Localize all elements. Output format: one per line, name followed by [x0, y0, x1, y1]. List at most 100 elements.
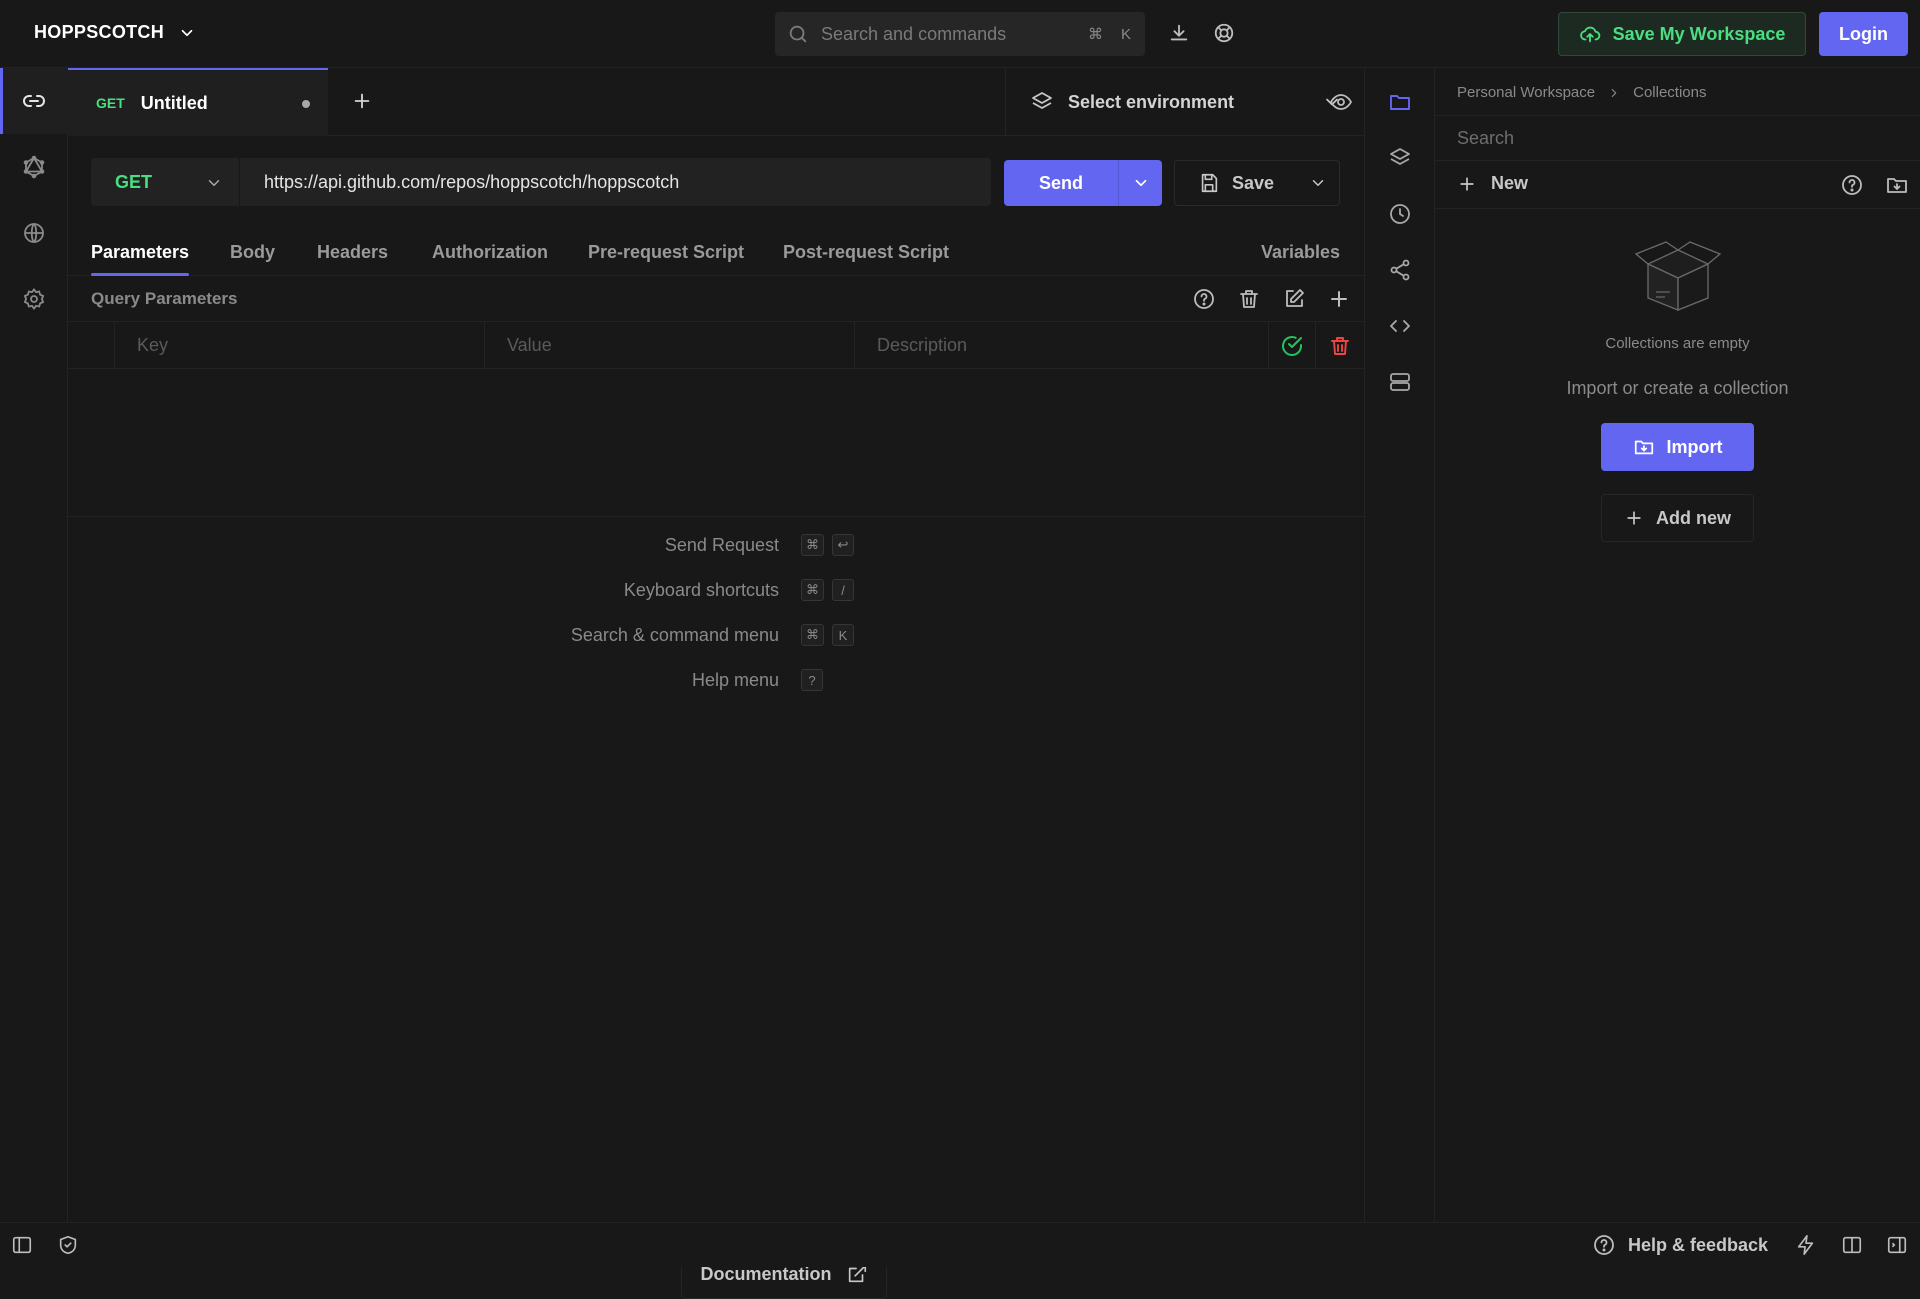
- save-workspace-button[interactable]: Save My Workspace: [1558, 12, 1806, 56]
- param-delete-button[interactable]: [1316, 322, 1364, 369]
- param-value-input[interactable]: Value: [485, 322, 855, 369]
- save-workspace-label: Save My Workspace: [1612, 23, 1786, 44]
- nav-server[interactable]: [1365, 354, 1435, 410]
- nav-realtime[interactable]: [0, 200, 68, 266]
- tab-post-request-script[interactable]: Post-request Script: [783, 242, 949, 263]
- shortcut-key: ⌘: [801, 624, 824, 646]
- empty-state-title: Collections are empty: [1605, 335, 1750, 352]
- help-circle-icon[interactable]: [1192, 287, 1216, 311]
- status-bar: Help & feedback: [0, 1222, 1920, 1267]
- edit-icon[interactable]: [1282, 287, 1306, 311]
- save-button[interactable]: Save: [1174, 160, 1340, 206]
- sidebar-toggle-icon[interactable]: [11, 1234, 33, 1256]
- eye-icon: [1329, 90, 1353, 114]
- tab-parameters[interactable]: Parameters: [91, 242, 190, 276]
- send-options-button[interactable]: [1118, 160, 1162, 206]
- method-select[interactable]: GET: [91, 158, 239, 206]
- tab-headers[interactable]: Headers: [317, 242, 388, 263]
- brand-name: HOPPSCOTCH: [34, 22, 165, 42]
- support-lifebuoy-icon[interactable]: [1213, 22, 1235, 44]
- folder-import-icon[interactable]: [1885, 173, 1909, 197]
- folder-download-icon: [1633, 436, 1655, 458]
- shield-check-icon[interactable]: [57, 1234, 79, 1256]
- request-options-tabs: Parameters Body Headers Authorization Pr…: [68, 228, 1364, 276]
- tab-authorization[interactable]: Authorization: [432, 242, 548, 263]
- environment-label: Select environment: [1068, 91, 1235, 112]
- nav-code[interactable]: [1365, 298, 1435, 354]
- environment-preview-button[interactable]: [1318, 68, 1364, 136]
- workspace-switcher[interactable]: HOPPSCOTCH: [34, 22, 196, 43]
- chevron-right-icon: [1607, 86, 1621, 100]
- add-new-collection-button[interactable]: Add new: [1601, 494, 1754, 542]
- right-sidebar-toggle-icon[interactable]: [1886, 1234, 1908, 1256]
- drag-handle[interactable]: [68, 322, 115, 369]
- send-label: Send: [1038, 172, 1083, 193]
- top-bar: HOPPSCOTCH Search and commands ⌘ K Save …: [0, 0, 1920, 68]
- link-icon: [22, 89, 46, 113]
- code-icon: [1388, 314, 1412, 338]
- chevron-down-icon: [178, 24, 196, 42]
- search-icon: [787, 23, 809, 45]
- param-toggle[interactable]: [1269, 322, 1316, 369]
- tab-pre-request-script[interactable]: Pre-request Script: [588, 242, 744, 263]
- method-label: GET: [115, 171, 153, 192]
- help-feedback-button[interactable]: Help & feedback: [1592, 1233, 1768, 1257]
- plus-icon[interactable]: [351, 90, 373, 112]
- share-icon: [1388, 258, 1412, 282]
- nav-settings[interactable]: [0, 266, 68, 332]
- breadcrumb-collections[interactable]: Collections: [1633, 84, 1706, 101]
- nav-environments[interactable]: [1365, 130, 1435, 186]
- add-new-label: Add new: [1656, 507, 1731, 528]
- server-icon: [1388, 370, 1412, 394]
- nav-share[interactable]: [1365, 242, 1435, 298]
- shortcut-key: ↩: [832, 534, 854, 556]
- tab-method: GET: [96, 95, 125, 111]
- environment-select[interactable]: Select environment: [1005, 68, 1365, 136]
- nav-history[interactable]: [1365, 186, 1435, 242]
- shortcut-key: ?: [801, 669, 823, 691]
- param-description-input[interactable]: Description: [855, 322, 1269, 369]
- collections-search-input[interactable]: Search: [1435, 115, 1920, 161]
- new-collection-button[interactable]: New: [1457, 173, 1528, 194]
- trash-icon[interactable]: [1237, 287, 1261, 311]
- tab-body[interactable]: Body: [230, 242, 275, 263]
- primary-nav: [0, 68, 68, 1222]
- empty-box-illustration: [1628, 234, 1728, 314]
- gear-icon: [22, 287, 46, 311]
- collections-toolbar: New: [1435, 161, 1920, 209]
- plus-icon[interactable]: [1327, 287, 1351, 311]
- plus-icon: [1457, 174, 1477, 194]
- shortcut-key: ⌘: [801, 579, 824, 601]
- url-input[interactable]: https://api.github.com/repos/hoppscotch/…: [239, 158, 991, 206]
- nav-collections[interactable]: [1365, 74, 1435, 130]
- cloud-upload-icon: [1579, 23, 1601, 45]
- help-circle-icon[interactable]: [1840, 173, 1864, 197]
- split-layout-icon[interactable]: [1841, 1234, 1863, 1256]
- breadcrumb-workspace[interactable]: Personal Workspace: [1457, 84, 1595, 101]
- search-commands-input[interactable]: Search and commands ⌘ K: [775, 12, 1145, 56]
- save-button-main[interactable]: Save: [1175, 161, 1297, 205]
- nav-rest[interactable]: [0, 68, 68, 134]
- send-button[interactable]: Send: [1004, 160, 1162, 206]
- folder-icon: [1388, 90, 1412, 114]
- trash-icon: [1328, 334, 1352, 358]
- download-icon[interactable]: [1168, 22, 1190, 44]
- import-button[interactable]: Import: [1601, 423, 1754, 471]
- query-parameters-header: Query Parameters: [68, 276, 1364, 322]
- plus-icon: [1624, 508, 1644, 528]
- chevron-down-icon: [205, 174, 223, 192]
- param-key-input[interactable]: Key: [115, 322, 485, 369]
- request-tab[interactable]: GET Untitled: [68, 68, 328, 136]
- shortcut-search-command-menu: Search & command menu: [68, 620, 779, 650]
- nav-graphql[interactable]: [0, 134, 68, 200]
- save-icon: [1198, 172, 1220, 194]
- lightning-icon[interactable]: [1795, 1234, 1817, 1256]
- save-options-button[interactable]: [1297, 161, 1339, 205]
- secondary-nav: [1364, 68, 1435, 1222]
- unsaved-indicator[interactable]: [302, 100, 310, 108]
- parameters-empty-area: [68, 369, 1364, 517]
- login-button[interactable]: Login: [1819, 12, 1908, 56]
- help-feedback-label: Help & feedback: [1628, 1234, 1769, 1255]
- shortcut-key: /: [832, 579, 854, 601]
- tab-variables[interactable]: Variables: [1261, 242, 1340, 263]
